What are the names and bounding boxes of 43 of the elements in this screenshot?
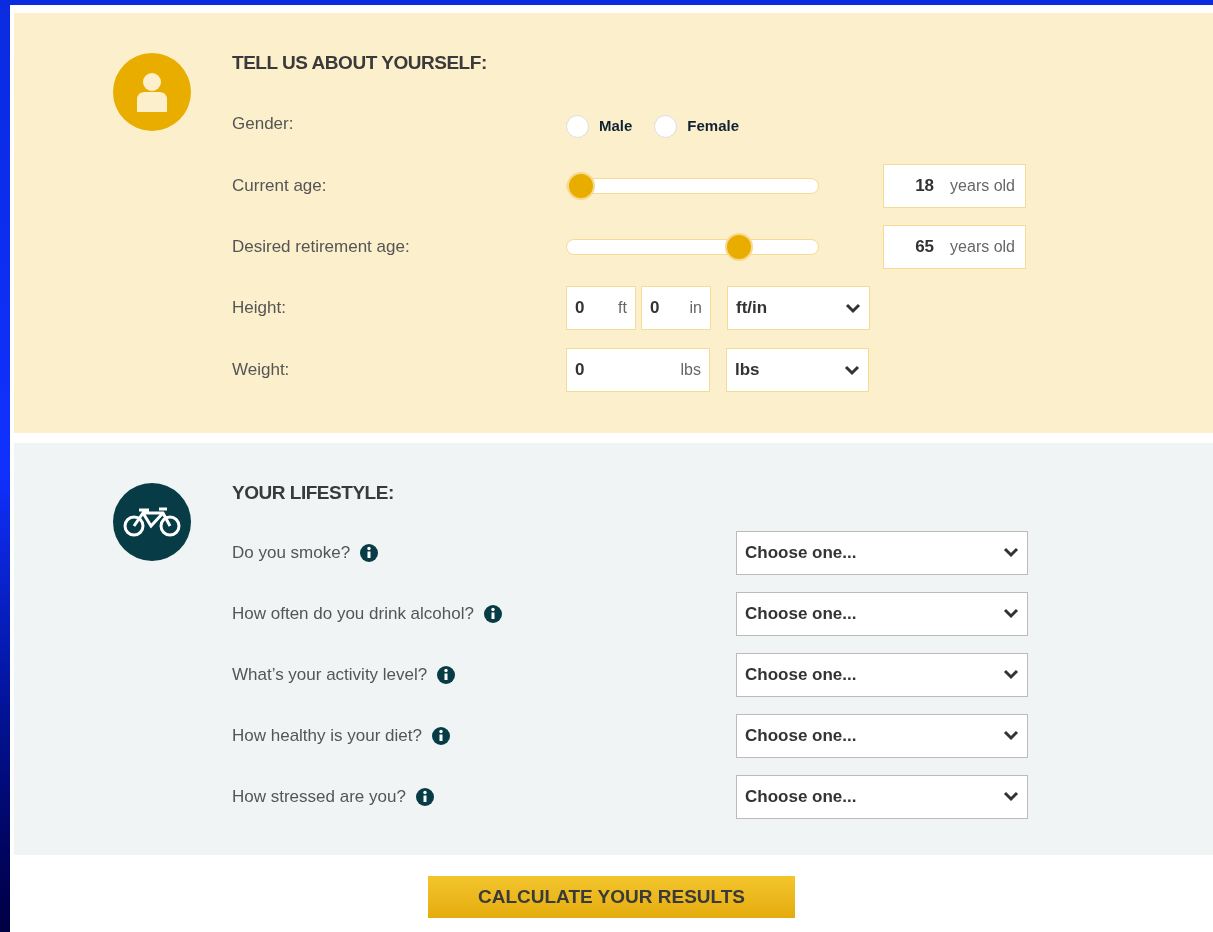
- info-icon[interactable]: [437, 665, 456, 684]
- chevron-down-icon: [844, 364, 860, 376]
- unit-select[interactable]: ft/in: [727, 286, 870, 330]
- radio-button[interactable]: [654, 114, 678, 138]
- age-field[interactable]: 18 years old: [883, 163, 1026, 208]
- question-label: How often do you drink alcohol?: [232, 602, 474, 625]
- choice-select[interactable]: Choose one...: [736, 713, 1028, 758]
- field-label: Current age:: [232, 174, 328, 197]
- chevron-down-icon: [1003, 669, 1019, 680]
- question-label: How healthy is your diet?: [232, 724, 422, 747]
- chevron-down-icon: [1003, 547, 1019, 558]
- unit-select[interactable]: lbs: [726, 348, 869, 392]
- number-field[interactable]: 0 ft: [566, 286, 636, 330]
- question-label: What’s your activity level?: [232, 663, 428, 686]
- calculate-button[interactable]: CALCULATE YOUR RESULTS: [428, 876, 795, 918]
- chevron-down-icon: [1003, 730, 1019, 741]
- field-label: Gender:: [232, 113, 295, 136]
- field-label: Weight:: [232, 359, 291, 382]
- chevron-down-icon: [845, 302, 861, 314]
- radio-label: Female: [687, 115, 740, 136]
- choice-select[interactable]: Choose one...: [736, 530, 1028, 575]
- info-icon[interactable]: [360, 543, 379, 562]
- info-icon[interactable]: [415, 787, 434, 806]
- field-label: Desired retirement age:: [232, 235, 411, 258]
- radio-label: Male: [599, 115, 633, 136]
- info-icon[interactable]: [483, 604, 502, 623]
- chevron-down-icon: [1003, 791, 1019, 802]
- choice-select[interactable]: Choose one...: [736, 591, 1028, 636]
- number-field[interactable]: 0 in: [641, 286, 711, 330]
- field-label: Height:: [232, 297, 287, 320]
- age-field[interactable]: 65 years old: [883, 224, 1026, 269]
- slider-thumb[interactable]: [567, 171, 595, 200]
- choice-select[interactable]: Choose one...: [736, 774, 1028, 819]
- radio-button[interactable]: [566, 114, 589, 138]
- question-label: How stressed are you?: [232, 785, 406, 808]
- section-heading: YOUR LIFESTYLE:: [232, 483, 395, 503]
- number-field[interactable]: 0 lbs: [566, 348, 710, 392]
- choice-select[interactable]: Choose one...: [736, 652, 1028, 697]
- chevron-down-icon: [1003, 608, 1019, 619]
- info-icon[interactable]: [431, 726, 450, 745]
- slider-thumb[interactable]: [725, 232, 754, 261]
- question-label: Do you smoke?: [232, 541, 351, 564]
- section-heading: TELL US ABOUT YOURSELF:: [232, 53, 488, 73]
